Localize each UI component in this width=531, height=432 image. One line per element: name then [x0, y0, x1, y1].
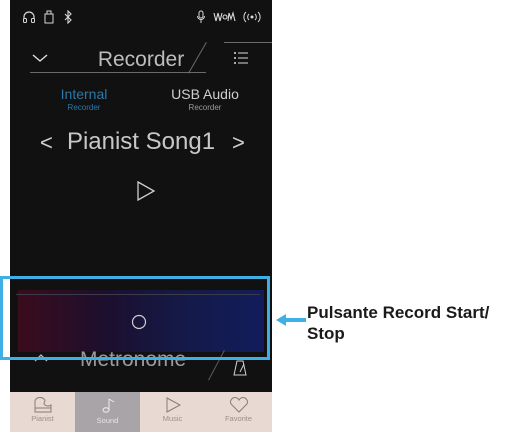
metronome-icon[interactable] [232, 360, 248, 376]
microphone-icon [196, 10, 206, 28]
play-icon [166, 397, 181, 413]
bluetooth-icon [63, 9, 73, 28]
tab-label: Music [162, 414, 183, 423]
tab-label: Pianist [31, 414, 54, 423]
tab-favorite[interactable]: Favorite [206, 392, 271, 432]
tab-label: USB Audio [171, 86, 239, 102]
tab-sound[interactable]: Sound [75, 392, 140, 432]
tab-pianist[interactable]: Pianist [10, 392, 75, 432]
headphones-icon [22, 10, 36, 28]
list-menu-icon[interactable] [233, 51, 249, 65]
callout-arrow-icon [276, 314, 306, 326]
record-start-stop-icon [131, 314, 147, 330]
next-song-button[interactable]: > [232, 130, 245, 156]
tab-sublabel: Recorder [67, 103, 101, 112]
tab-label: Favorite [224, 414, 253, 423]
header-divider-right [224, 42, 272, 43]
chevron-up-icon[interactable] [34, 346, 48, 367]
piano-app-screen: Recorder Internal Recorder USB Audio Rec… [10, 0, 272, 432]
play-icon[interactable] [136, 180, 156, 202]
vmom-logo-icon [213, 10, 237, 28]
metronome-bar[interactable]: Metronome [10, 348, 272, 392]
tab-label: Internal [60, 86, 108, 102]
song-selector: < Pianist Song1 > [10, 126, 272, 160]
piano-icon [33, 397, 51, 413]
metronome-divider-diagonal [208, 350, 225, 381]
metronome-label: Metronome [80, 348, 187, 371]
heart-icon [229, 397, 248, 413]
tab-usb-audio-recorder[interactable]: USB Audio Recorder [150, 86, 260, 112]
tab-music[interactable]: Music [140, 392, 205, 432]
header-divider [30, 72, 206, 73]
music-note-icon [102, 398, 114, 413]
record-panel-top-line [16, 294, 260, 295]
status-bar [10, 0, 272, 36]
callout-label: Pulsante Record Start/ Stop [307, 303, 490, 343]
wireless-icon [242, 10, 262, 28]
tab-sublabel: Recorder [188, 103, 222, 112]
bottom-tab-bar: Pianist Sound Music Favorite [10, 392, 272, 432]
tab-internal-recorder[interactable]: Internal Recorder [34, 86, 134, 112]
tab-label: Sound [96, 416, 119, 425]
usb-memory-icon [44, 10, 54, 28]
